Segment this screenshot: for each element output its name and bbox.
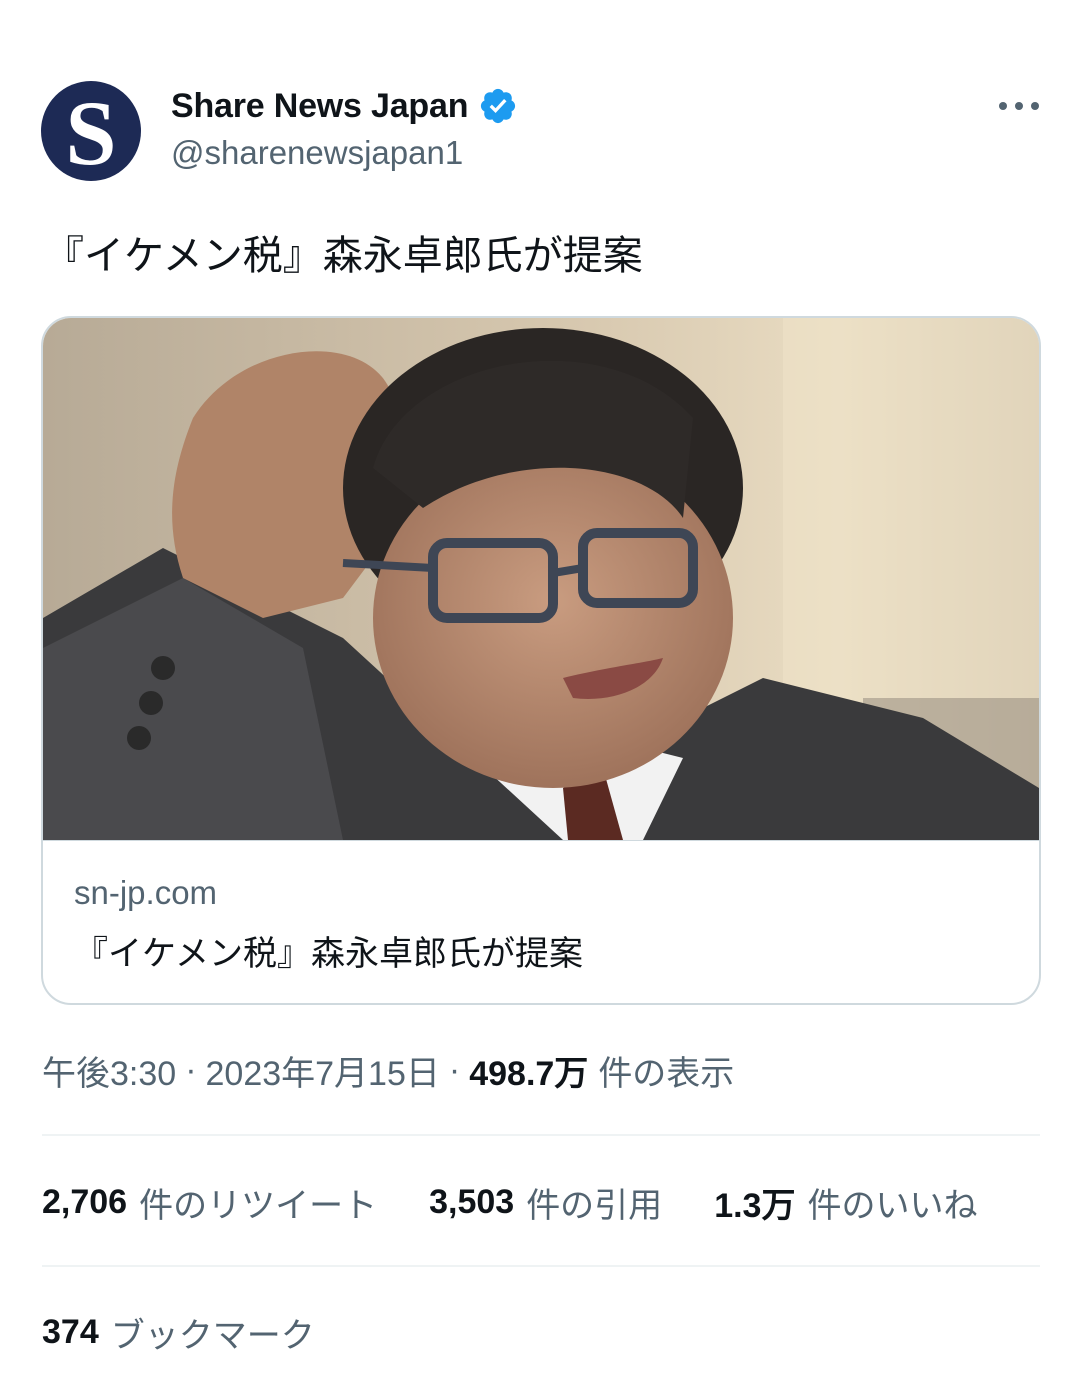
divider bbox=[42, 1265, 1040, 1267]
quotes-count: 3,503 bbox=[429, 1183, 515, 1221]
quotes-stat[interactable]: 3,503 件の引用 bbox=[429, 1178, 662, 1227]
link-card[interactable]: sn-jp.com 『イケメン税』森永卓郎氏が提案 bbox=[41, 316, 1041, 1005]
views-label: 件の表示 bbox=[598, 1055, 735, 1093]
card-image[interactable] bbox=[43, 318, 1039, 840]
quotes-label: 件の引用 bbox=[526, 1187, 663, 1225]
meta-separator: · bbox=[448, 1051, 461, 1089]
author-handle[interactable]: @sharenewsjapan1 bbox=[171, 134, 463, 172]
more-horizontal-icon-dot bbox=[1031, 102, 1039, 110]
more-horizontal-icon-dot bbox=[999, 102, 1007, 110]
author-name-row[interactable]: Share News Japan bbox=[171, 82, 518, 130]
likes-stat[interactable]: 1.3万 件のいいね bbox=[714, 1178, 977, 1227]
retweets-count: 2,706 bbox=[42, 1183, 128, 1221]
bookmarks-count: 374 bbox=[42, 1313, 99, 1351]
card-divider bbox=[43, 840, 1039, 841]
engagement-stats: 2,706 件のリツイート 3,503 件の引用 1.3万 件のいいね bbox=[42, 1178, 977, 1227]
tweet-meta: 午後3:30 · 2023年7月15日 · 498.7万 件の表示 bbox=[42, 1046, 734, 1095]
tweet-time[interactable]: 午後3:30 bbox=[42, 1046, 176, 1095]
avatar-letter: S bbox=[65, 82, 117, 181]
card-domain: sn-jp.com bbox=[74, 874, 218, 911]
card-title: 『イケメン税』森永卓郎氏が提案 bbox=[74, 935, 583, 973]
views-count: 498.7万 bbox=[469, 1055, 589, 1093]
verified-badge-icon bbox=[481, 88, 516, 124]
retweets-stat[interactable]: 2,706 件のリツイート bbox=[42, 1178, 377, 1227]
retweets-label: 件のリツイート bbox=[139, 1187, 378, 1225]
meta-separator: · bbox=[185, 1051, 197, 1089]
likes-label: 件のいいね bbox=[807, 1187, 978, 1225]
more-options-button[interactable] bbox=[996, 90, 1042, 122]
likes-count: 1.3万 bbox=[714, 1187, 796, 1225]
tweet-text: 『イケメン税』森永卓郎氏が提案 bbox=[44, 234, 643, 278]
bookmarks-stat[interactable]: 374 ブックマーク bbox=[42, 1308, 315, 1357]
more-horizontal-icon-dot bbox=[1015, 102, 1023, 110]
display-name[interactable]: Share News Japan bbox=[171, 87, 468, 126]
bookmarks-label: ブックマーク bbox=[110, 1317, 315, 1355]
tweet-date[interactable]: 2023年7月15日 bbox=[206, 1046, 440, 1095]
avatar[interactable]: S bbox=[41, 81, 141, 181]
divider bbox=[42, 1134, 1040, 1136]
previous-tweet-edge bbox=[0, 0, 1080, 8]
